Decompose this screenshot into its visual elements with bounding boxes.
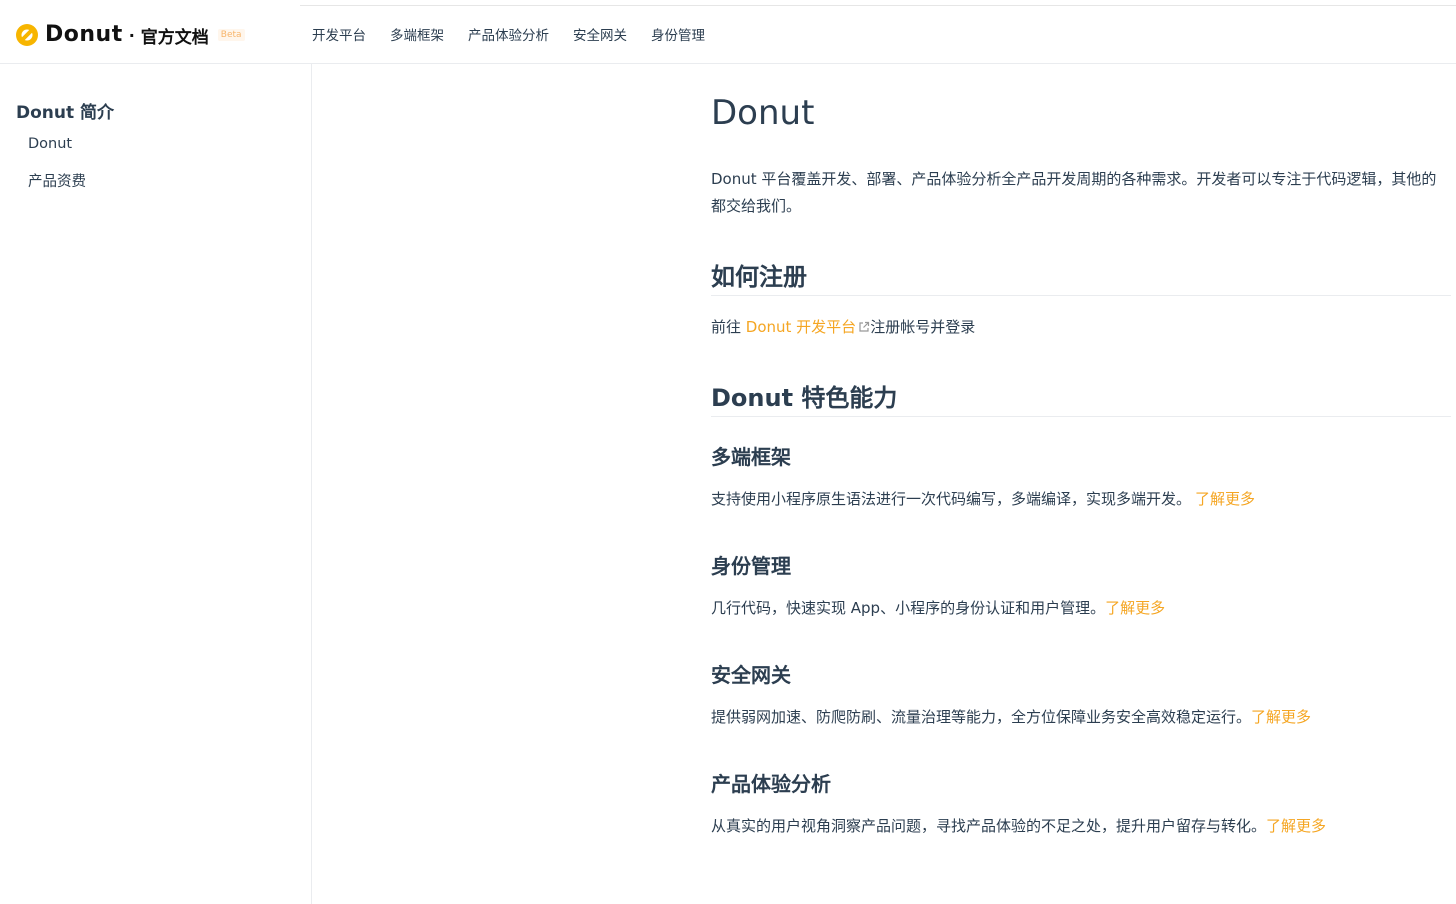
learn-more-link[interactable]: 了解更多	[1251, 708, 1311, 726]
register-prefix: 前往	[711, 318, 746, 336]
brand-name: Donut	[45, 22, 123, 47]
feature-desc-text: 支持使用小程序原生语法进行一次代码编写，多端编译，实现多端开发。	[711, 490, 1192, 508]
sidebar-item-donut[interactable]: Donut	[28, 136, 72, 152]
brand-separator: ·	[128, 25, 135, 45]
feature-desc: 从真实的用户视角洞察产品问题，寻找产品体验的不足之处，提升用户留存与转化。了解更…	[711, 815, 1326, 837]
feature-title: 产品体验分析	[711, 772, 831, 796]
nav-item-identity[interactable]: 身份管理	[651, 26, 705, 46]
nav-item-security-gateway[interactable]: 安全网关	[573, 26, 627, 46]
feature-desc: 支持使用小程序原生语法进行一次代码编写，多端编译，实现多端开发。 了解更多	[711, 488, 1255, 510]
feature-desc-text: 几行代码，快速实现 App、小程序的身份认证和用户管理。	[711, 599, 1106, 617]
navbar: Donut · 官方文档 Beta 开发平台 多端框架 产品体验分析 安全网关 …	[0, 7, 1456, 64]
nav-item-experience-analysis[interactable]: 产品体验分析	[468, 26, 549, 46]
donut-logo-icon	[15, 23, 39, 47]
sidebar-item-pricing[interactable]: 产品资费	[28, 170, 86, 191]
feature-desc: 提供弱网加速、防爬防刷、流量治理等能力，全方位保障业务安全高效稳定运行。了解更多	[711, 706, 1311, 728]
dev-platform-link-text: Donut 开发平台	[745, 318, 857, 336]
nav-item-multi-framework[interactable]: 多端框架	[390, 26, 444, 46]
dev-platform-link[interactable]: Donut 开发平台	[746, 318, 870, 336]
feature-title: 多端框架	[711, 445, 791, 469]
nav-item-dev-platform[interactable]: 开发平台	[312, 26, 366, 46]
top-nav: 开发平台 多端框架 产品体验分析 安全网关 身份管理	[312, 26, 729, 46]
learn-more-link[interactable]: 了解更多	[1105, 599, 1165, 617]
feature-title: 安全网关	[711, 663, 791, 687]
learn-more-link[interactable]: 了解更多	[1266, 817, 1326, 835]
features-heading: Donut 特色能力	[711, 382, 1451, 417]
top-strip	[0, 0, 1456, 7]
feature-title: 身份管理	[711, 554, 791, 578]
page-title: Donut	[711, 93, 815, 133]
feature-desc-text: 提供弱网加速、防爬防刷、流量治理等能力，全方位保障业务安全高效稳定运行。	[711, 708, 1252, 726]
sidebar: Donut 简介 Donut 产品资费	[0, 64, 312, 904]
feature-desc: 几行代码，快速实现 App、小程序的身份认证和用户管理。了解更多	[711, 597, 1165, 619]
intro-paragraph: Donut 平台覆盖开发、部署、产品体验分析全产品开发周期的各种需求。开发者可以…	[711, 170, 1437, 215]
beta-badge: Beta	[217, 29, 245, 41]
register-suffix: 注册帐号并登录	[870, 318, 976, 336]
feature-desc-text: 从真实的用户视角洞察产品问题，寻找产品体验的不足之处，提升用户留存与转化。	[711, 817, 1267, 835]
brand-subtitle: 官方文档	[140, 27, 209, 48]
sidebar-title[interactable]: Donut 简介	[16, 98, 114, 123]
external-link-icon	[858, 317, 870, 332]
brand[interactable]: Donut · 官方文档 Beta	[15, 22, 245, 48]
register-heading: 如何注册	[711, 261, 1451, 296]
learn-more-link[interactable]: 了解更多	[1195, 490, 1255, 508]
register-paragraph: 前往 Donut 开发平台 注册帐号并登录	[711, 316, 975, 338]
